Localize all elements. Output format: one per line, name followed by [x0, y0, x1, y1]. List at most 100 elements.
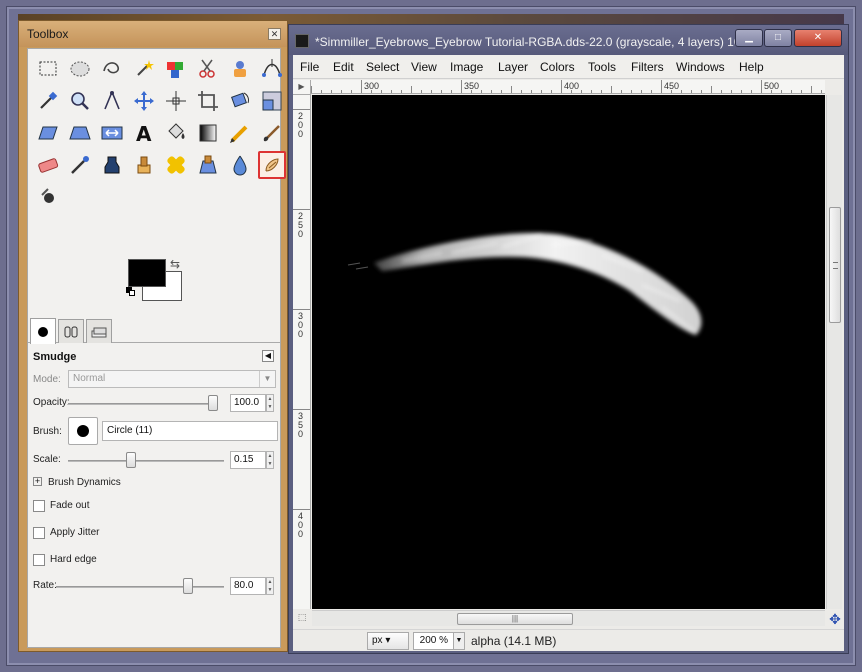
device-status-tab-icon[interactable] [58, 319, 84, 343]
flip-tool-icon[interactable] [98, 119, 126, 147]
rate-slider[interactable] [56, 586, 224, 588]
toolbox-window: Toolbox ✕ A ⇆ Smudge ◀ Mode: Normal ▼ Op… [18, 20, 288, 652]
ruler-tick [621, 90, 622, 93]
menu-file[interactable]: File [300, 60, 319, 74]
foreground-color-swatch[interactable] [128, 259, 166, 287]
expand-plus-icon[interactable]: + [33, 477, 42, 486]
unit-value: px [372, 635, 383, 646]
foreground-select-tool-icon[interactable] [226, 55, 254, 83]
rect-select-tool-icon[interactable] [34, 55, 62, 83]
smudge-tool-icon[interactable] [258, 151, 286, 179]
bucket-fill-tool-icon[interactable] [162, 119, 190, 147]
hard-edge-checkbox[interactable] [33, 554, 45, 566]
shear-tool-icon[interactable] [34, 119, 62, 147]
ruler-tick [761, 80, 762, 93]
tool-options-panel: Smudge ◀ Mode: Normal ▼ Opacity: 100.0 ▲… [28, 345, 280, 645]
navigate-icon[interactable]: ✥ [828, 612, 842, 626]
toolbox-titlebar[interactable]: Toolbox ✕ [19, 21, 287, 47]
scale-spinbox[interactable]: 0.15 ▲ ▼ [230, 451, 274, 469]
scissors-select-tool-icon[interactable] [194, 55, 222, 83]
panel-menu-icon[interactable]: ◀ [262, 350, 274, 362]
eraser-tool-icon[interactable] [34, 151, 62, 179]
vertical-scrollbar[interactable] [826, 95, 842, 609]
unit-combo[interactable]: px ▾ [367, 632, 409, 650]
menu-windows[interactable]: Windows [676, 60, 725, 74]
fuzzy-select-tool-icon[interactable] [130, 55, 158, 83]
menu-tools[interactable]: Tools [588, 60, 616, 74]
maximize-button[interactable]: □ [764, 29, 792, 47]
swap-colors-icon[interactable]: ⇆ [170, 257, 180, 271]
airbrush-tool-icon[interactable] [66, 151, 94, 179]
spin-arrows-icon[interactable]: ▲ ▼ [266, 577, 274, 595]
brush-dynamics-label[interactable]: Brush Dynamics [48, 477, 121, 488]
perspective-clone-tool-icon[interactable] [194, 151, 222, 179]
menu-edit[interactable]: Edit [333, 60, 354, 74]
menu-filters[interactable]: Filters [631, 60, 664, 74]
pencil-tool-icon[interactable] [226, 119, 254, 147]
clone-tool-icon[interactable] [130, 151, 158, 179]
scale-tool-icon[interactable] [258, 87, 286, 115]
brush-name-field[interactable]: Circle (11) [102, 421, 278, 441]
opacity-slider[interactable] [68, 403, 218, 405]
scale-slider-handle[interactable] [126, 452, 136, 468]
undo-history-tab-icon[interactable] [86, 319, 112, 343]
paintbrush-tool-icon[interactable] [258, 119, 286, 147]
spin-arrows-icon[interactable]: ▲ ▼ [266, 394, 274, 412]
menu-view[interactable]: View [411, 60, 437, 74]
heal-tool-icon[interactable] [162, 151, 190, 179]
minimize-button[interactable]: ▁ [735, 29, 763, 47]
horizontal-scroll-thumb[interactable]: ||| [457, 613, 573, 625]
zoom-tool-icon[interactable] [66, 87, 94, 115]
opacity-label: Opacity: [33, 397, 70, 408]
ellipse-select-tool-icon[interactable] [66, 55, 94, 83]
tool-options-tab-icon[interactable] [30, 318, 56, 344]
chevron-down-icon[interactable]: ▼ [453, 632, 465, 650]
menu-help[interactable]: Help [739, 60, 764, 74]
mode-combo[interactable]: Normal ▼ [68, 370, 276, 388]
opacity-spinbox[interactable]: 100.0 ▲ ▼ [230, 394, 274, 412]
vertical-ruler[interactable]: 2 0 0 2 5 0 3 0 0 3 5 0 4 0 0 [293, 95, 311, 609]
image-canvas[interactable] [312, 95, 825, 609]
opacity-slider-handle[interactable] [208, 395, 218, 411]
select-by-color-tool-icon[interactable] [162, 55, 190, 83]
text-tool-icon[interactable]: A [130, 119, 158, 147]
quick-mask-icon[interactable]: ⬚ [295, 612, 309, 626]
perspective-tool-icon[interactable] [66, 119, 94, 147]
rate-value: 80.0 [234, 580, 254, 591]
blur-sharpen-tool-icon[interactable] [226, 151, 254, 179]
move-tool-icon[interactable] [130, 87, 158, 115]
ruler-tick [821, 90, 822, 93]
image-window: *Simmiller_Eyebrows_Eyebrow Tutorial-RGB… [288, 24, 849, 654]
blend-tool-icon[interactable] [194, 119, 222, 147]
apply-jitter-checkbox[interactable] [33, 527, 45, 539]
ruler-tick [321, 90, 322, 93]
brush-preview-button[interactable] [68, 417, 98, 445]
status-message: alpha (14.1 MB) [471, 634, 557, 648]
fade-out-checkbox[interactable] [33, 500, 45, 512]
crop-tool-icon[interactable] [194, 87, 222, 115]
free-select-tool-icon[interactable] [98, 55, 126, 83]
horizontal-ruler[interactable]: 300 350 400 450 500 [311, 80, 825, 94]
horizontal-scrollbar[interactable]: ||| [312, 610, 825, 626]
scale-slider[interactable] [68, 460, 224, 462]
menu-select[interactable]: Select [366, 60, 399, 74]
rate-slider-handle[interactable] [183, 578, 193, 594]
measure-tool-icon[interactable] [98, 87, 126, 115]
spin-arrows-icon[interactable]: ▲ ▼ [266, 451, 274, 469]
ink-tool-icon[interactable] [98, 151, 126, 179]
default-colors-icon[interactable] [126, 287, 136, 297]
rotate-tool-icon[interactable] [226, 87, 254, 115]
ruler-menu-icon[interactable]: ▶ [293, 80, 311, 95]
rate-spinbox[interactable]: 80.0 ▲ ▼ [230, 577, 274, 595]
menu-layer[interactable]: Layer [498, 60, 528, 74]
close-button[interactable]: ✕ [794, 29, 842, 47]
vertical-scroll-thumb[interactable] [829, 207, 841, 323]
menu-colors[interactable]: Colors [540, 60, 575, 74]
dodge-burn-tool-icon[interactable] [34, 183, 62, 211]
close-icon[interactable]: ✕ [268, 28, 281, 40]
align-tool-icon[interactable] [162, 87, 190, 115]
menu-image[interactable]: Image [450, 60, 483, 74]
paths-tool-icon[interactable] [258, 55, 286, 83]
color-picker-tool-icon[interactable] [34, 87, 62, 115]
image-window-titlebar[interactable]: *Simmiller_Eyebrows_Eyebrow Tutorial-RGB… [289, 25, 848, 55]
